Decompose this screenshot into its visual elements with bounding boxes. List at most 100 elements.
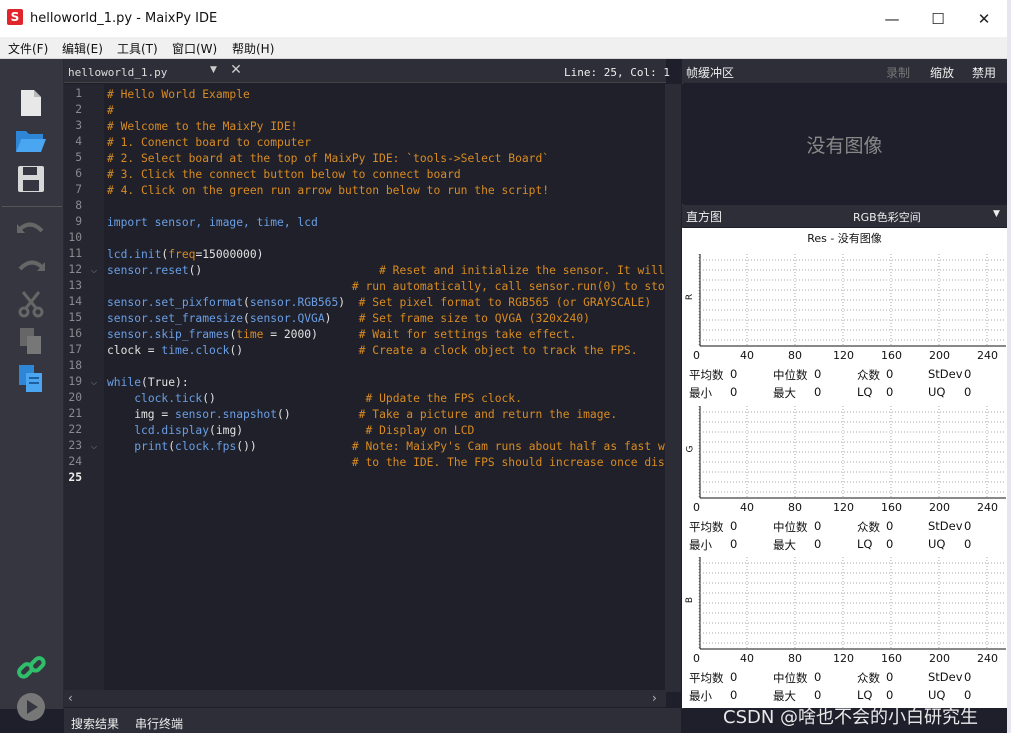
watermark-text: CSDN @啥也不会的小白研究生 [723,707,979,728]
line-number: 18 [68,359,82,372]
line-number: 17 [68,343,82,356]
histogram-stat: 0 [814,367,822,381]
code-token: # Take a picture and return the image. [358,408,618,421]
code-token: ()) [236,440,257,453]
horizontal-scrollbar[interactable]: ‹ › [64,690,666,707]
undo-icon[interactable] [12,212,50,246]
minimize-button[interactable]: — [869,0,915,37]
chevron-down-icon[interactable]: ▼ [210,65,217,75]
desktop-background [1007,0,1011,733]
histogram-res-label: Res - 没有图像 [807,232,882,245]
maximize-button[interactable]: ☐ [915,0,961,37]
histogram-stat: 最小 [689,386,712,400]
framebuffer-view: 没有图像 [682,84,1007,204]
code-token: sensor.snapshot [175,408,278,421]
code-line: # 4. Click on the green run arrow button… [107,183,549,199]
histogram-stat: 0 [964,519,972,533]
code-line: # 3. Click the connect button below to c… [107,167,461,183]
close-tab-icon[interactable]: ✕ [228,62,244,78]
code-token: # 3. Click the connect button below to c… [107,168,461,181]
code-token: () [229,344,244,357]
code-token: time [236,328,264,341]
histogram-stat: 0 [964,670,972,684]
window-title: helloworld_1.py - MaixPy IDE [30,11,218,26]
menu-file[interactable]: 文件(F) [8,40,48,57]
menu-tools[interactable]: 工具(T) [117,40,158,57]
fold-arrow-icon[interactable]: ⌵ [91,266,97,276]
menu-help[interactable]: 帮助(H) [232,40,274,57]
fold-arrow-icon[interactable]: ⌵ [91,378,97,388]
histogram-stat: 最小 [689,538,712,552]
tab-serial-terminal[interactable]: 串行终端 [135,715,183,732]
histogram-stat: 0 [730,385,738,399]
code-line: import sensor, image, time, lcd [107,215,318,231]
save-icon[interactable] [12,162,50,196]
histogram-stat: 0 [964,367,972,381]
histogram-stat: 中位数 [773,520,808,534]
histogram-tick-label: 0 [693,349,700,362]
run-play-icon[interactable] [12,690,50,724]
code-token: sensor.skip_frames [107,328,230,341]
vertical-scrollbar[interactable] [665,84,681,692]
histogram-stat: UQ [928,688,946,702]
histogram-stat: 0 [730,367,738,381]
line-number: 10 [68,231,82,244]
histogram-stat: StDev [928,670,963,684]
code-token: # Wait for settings take effect. [358,328,577,341]
menu-window[interactable]: 窗口(W) [172,40,217,57]
cut-icon[interactable] [12,287,50,321]
histogram-stat: 0 [730,688,738,702]
code-token: ) [338,296,359,309]
record-button[interactable]: 录制 [886,64,910,81]
histogram-stat: 0 [814,519,822,533]
disable-button[interactable]: 禁用 [972,64,996,81]
histogram-tick-label: 200 [929,652,950,665]
redo-icon[interactable] [12,250,50,284]
connect-link-icon[interactable] [12,651,50,685]
new-file-icon[interactable] [12,86,50,120]
colorspace-select[interactable]: RGB色彩空间 ▼ [815,209,1007,227]
code-token: import sensor, image, time, lcd [107,216,318,229]
cursor-position: Line: 25, Col: 1 [564,66,670,79]
close-button[interactable]: ✕ [961,0,1007,37]
open-folder-icon[interactable] [12,124,50,158]
tab-search-results[interactable]: 搜索结果 [71,715,119,732]
line-number: 6 [75,167,82,180]
histogram-stat: StDev [928,519,963,533]
code-token: sensor.RGB565 [249,296,339,309]
zoom-button[interactable]: 缩放 [930,64,954,81]
scroll-left-icon[interactable]: ‹ [68,691,73,705]
histogram-tick-label: 240 [977,652,998,665]
chevron-down-icon: ▼ [993,209,1000,219]
code-token: sensor.set_pixformat [107,296,244,309]
code-line: img = sensor.snapshot() # Take a picture… [107,407,617,423]
code-editor[interactable]: # Hello World Example # # Welcome to the M… [104,84,665,692]
histogram-stat: 平均数 [689,671,724,685]
histogram-stat: UQ [928,385,946,399]
histogram-tick-label: 120 [833,652,854,665]
code-line: # Hello World Example [107,87,250,103]
file-tab[interactable]: helloworld_1.py [68,66,167,79]
paste-icon[interactable] [12,361,50,395]
code-line: clock = time.clock() # Create a clock ob… [107,343,638,359]
histogram-tick-label: 0 [693,501,700,514]
line-number-gutter: 1 2 3 4 5 6 7 8 9 10 11 12 13 14 15 16 17 18 19 20 21 22 23 24 2… [64,84,104,692]
histogram-stat: 平均数 [689,368,724,382]
menu-edit[interactable]: 编辑(E) [62,40,103,57]
code-token: print [134,440,169,453]
histogram-tick-label: 200 [929,501,950,514]
copy-icon[interactable] [12,324,50,358]
code-token: (img) [209,424,244,437]
histogram-tick-label: 40 [740,652,754,665]
scroll-right-icon[interactable]: › [652,691,657,705]
code-token: ( [243,296,250,309]
fold-arrow-icon[interactable]: ⌵ [91,442,97,452]
code-token: # Set frame size to QVGA (320x240) [358,312,590,325]
line-number: 25 [68,471,82,484]
